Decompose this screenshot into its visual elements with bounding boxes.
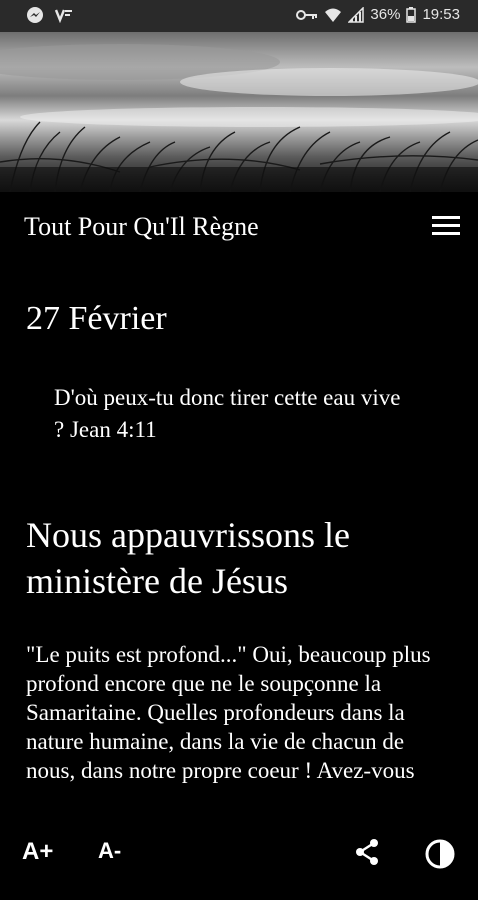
- app-icon: [54, 9, 72, 23]
- grass-silhouette: [0, 44, 478, 192]
- contrast-icon[interactable]: [424, 838, 456, 870]
- battery-percent: 36%: [370, 6, 401, 23]
- wifi-icon: [325, 8, 342, 22]
- devotional-body: "Le puits est profond..." Oui, beaucoup …: [26, 642, 431, 783]
- decrease-font-button[interactable]: A-: [98, 838, 121, 864]
- status-left: [26, 6, 74, 24]
- status-bar: 36% 19:53: [0, 0, 478, 32]
- hamburger-menu-icon[interactable]: [432, 216, 460, 238]
- devotional-date: 27 Février: [26, 300, 167, 337]
- header-image: [0, 32, 478, 192]
- bottom-toolbar: A+ A-: [0, 820, 478, 900]
- clock: 19:53: [422, 6, 460, 23]
- messenger-icon: [27, 7, 43, 23]
- bible-verse: D'où peux-tu donc tirer cette eau vive ?…: [54, 385, 401, 442]
- devotional-heading: Nous appauvrissons le ministère de Jésus: [26, 515, 350, 601]
- signal-icon: [348, 6, 365, 23]
- key-icon: [296, 9, 318, 20]
- status-right: 36% 19:53: [296, 6, 460, 23]
- share-icon[interactable]: [354, 838, 380, 866]
- increase-font-button[interactable]: A+: [22, 838, 53, 866]
- battery-icon: [406, 6, 417, 23]
- app-title: Tout Pour Qu'Il Règne: [24, 212, 259, 241]
- app-bar: Tout Pour Qu'Il Règne: [0, 192, 478, 264]
